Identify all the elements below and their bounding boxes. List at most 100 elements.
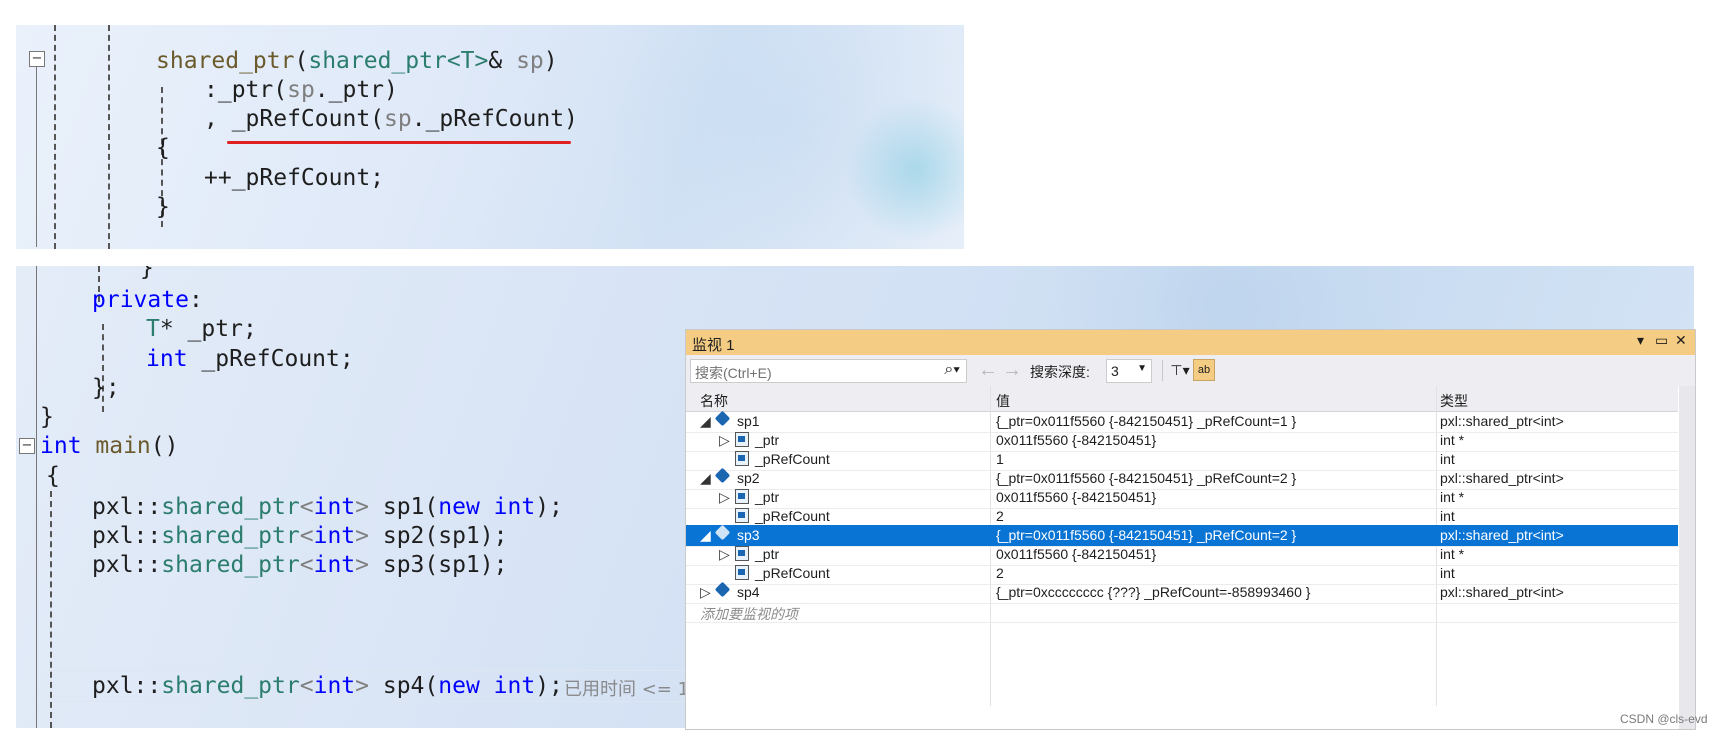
search-box[interactable]: 搜索(Ctrl+E) ⌕▾ (690, 359, 967, 383)
maximize-icon[interactable]: ▭ (1655, 332, 1668, 349)
type-name: shared_ptr (161, 673, 300, 699)
watch-item-name: sp1 (737, 413, 760, 429)
code-token: < (299, 523, 314, 549)
code-token: sp3(sp1); (369, 552, 508, 578)
keyword: int (313, 673, 356, 699)
keyword: private (92, 287, 189, 313)
collapse-toggle-icon[interactable]: − (29, 51, 45, 67)
column-value-header[interactable]: 值 (996, 391, 1010, 411)
watch-item-type: int (1440, 451, 1455, 467)
code-line: { (156, 135, 170, 161)
code-token: ) (543, 48, 558, 74)
code-token: pxl:: (92, 523, 162, 549)
expand-toggle-icon[interactable]: ◢ (700, 413, 711, 430)
search-depth-select[interactable]: 3 ▼ (1106, 359, 1152, 383)
code-token: : (188, 287, 203, 313)
member-lock-icon (735, 489, 749, 504)
search-input[interactable]: 搜索(Ctrl+E) (695, 363, 772, 383)
watch-item-value[interactable]: {_ptr=0x011f5560 {-842150451} _pRefCount… (996, 413, 1296, 429)
forward-arrow-icon[interactable]: → (1002, 359, 1022, 382)
code-line: T* _ptr; (146, 313, 257, 345)
search-depth-label: 搜索深度: (1030, 364, 1090, 380)
watch-item-value[interactable]: {_ptr=0x011f5560 {-842150451} _pRefCount… (996, 527, 1296, 543)
column-type-header[interactable]: 类型 (1440, 391, 1468, 411)
member-lock-icon (735, 546, 749, 561)
parameter-name: sp (384, 106, 412, 132)
keyword: new (438, 494, 480, 520)
tab-format-icon[interactable]: ab (1193, 359, 1215, 381)
code-token: & (488, 48, 517, 74)
fold-line (36, 266, 37, 456)
code-token: < (299, 673, 314, 699)
code-token: :_ptr( (204, 77, 288, 103)
expand-toggle-icon[interactable]: ▷ (719, 546, 730, 563)
watch-item-value[interactable]: 0x011f5560 {-842150451} (996, 432, 1156, 448)
watch-title-bar[interactable]: 监视 1 ▾ ▭ ✕ (686, 330, 1695, 355)
search-depth-value: 3 (1111, 363, 1119, 379)
watch-item-type: pxl::shared_ptr<int> (1440, 584, 1564, 600)
watch-item-type: int * (1440, 546, 1465, 562)
expand-toggle-icon[interactable]: ▷ (700, 584, 711, 601)
member-lock-icon (735, 451, 749, 466)
watch-item-value[interactable]: 0x011f5560 {-842150451} (996, 489, 1156, 505)
watch-item-name: _ptr (755, 432, 780, 448)
search-icon[interactable]: ⌕▾ (944, 361, 960, 379)
expand-toggle-icon[interactable]: ▷ (719, 432, 730, 449)
object-icon (714, 410, 731, 427)
watch-item-value[interactable]: 1 (996, 451, 1004, 467)
code-token: , _pRefCount( (204, 106, 385, 132)
code-line: } (40, 404, 54, 430)
expand-toggle-icon[interactable]: ◢ (700, 527, 711, 544)
watch-column-header: 名称 值 类型 (686, 386, 1678, 412)
code-token: > (355, 494, 369, 520)
code-line: pxl::shared_ptr<int> sp4(new int); (92, 670, 563, 702)
watch-item-type: pxl::shared_ptr<int> (1440, 413, 1564, 429)
elapsed-time-hint[interactable]: 已用时间 <= 1 (564, 675, 689, 701)
code-token: sp1( (369, 494, 439, 520)
back-arrow-icon[interactable]: ← (978, 359, 998, 382)
watch-item-value[interactable]: {_ptr=0xcccccccc {???} _pRefCount=-85899… (996, 584, 1310, 600)
watch-item-value[interactable]: 0x011f5560 {-842150451} (996, 546, 1156, 562)
code-token: * _ptr; (159, 316, 257, 342)
code-line: :_ptr(sp._ptr) (204, 74, 398, 106)
column-name-header[interactable]: 名称 (700, 391, 728, 411)
code-line: pxl::shared_ptr<int> sp2(sp1); (92, 520, 507, 552)
parameter-name: sp (516, 48, 544, 74)
keyword: new (438, 673, 480, 699)
fold-line (36, 454, 37, 728)
filter-icon[interactable]: ⊤▾ (1169, 359, 1191, 381)
watch-item-type: int * (1440, 489, 1465, 505)
indent-guide (108, 25, 110, 249)
watch-item-value[interactable]: 2 (996, 508, 1004, 524)
watch-item-type: int (1440, 565, 1455, 581)
function-name: main (81, 433, 151, 459)
watch-item-type: pxl::shared_ptr<int> (1440, 470, 1564, 486)
collapse-toggle-icon[interactable]: − (19, 438, 35, 454)
window-dropdown-icon[interactable]: ▾ (1637, 332, 1644, 349)
expand-toggle-icon[interactable]: ◢ (700, 470, 711, 487)
watch-row-add[interactable] (686, 601, 1678, 623)
watch-item-name: _pRefCount (755, 451, 830, 467)
type-name: shared_ptr (161, 552, 300, 578)
code-line: pxl::shared_ptr<int> sp1(new int); (92, 491, 563, 523)
keyword: int (493, 494, 536, 520)
member-lock-icon (735, 432, 749, 447)
watch-item-value[interactable]: {_ptr=0x011f5560 {-842150451} _pRefCount… (996, 470, 1296, 486)
watch-item-value[interactable]: 2 (996, 565, 1004, 581)
close-icon[interactable]: ✕ (1675, 332, 1687, 349)
vertical-scrollbar[interactable] (1679, 386, 1695, 729)
code-line: shared_ptr(shared_ptr<T>& sp) (156, 45, 558, 77)
code-line: ++_pRefCount; (204, 165, 385, 191)
code-token: ._pRefCount) (411, 106, 578, 132)
watch-item-name: _pRefCount (755, 565, 830, 581)
add-watch-item[interactable]: 添加要监视的项 (700, 604, 798, 624)
expand-toggle-icon[interactable]: ▷ (719, 489, 730, 506)
code-line: }; (92, 375, 120, 401)
code-token: ); (535, 673, 563, 699)
code-token: < (299, 552, 314, 578)
watermark: CSDN @cls-evd (1620, 712, 1708, 726)
watch-item-type: int (1440, 508, 1455, 524)
object-icon (714, 581, 731, 598)
